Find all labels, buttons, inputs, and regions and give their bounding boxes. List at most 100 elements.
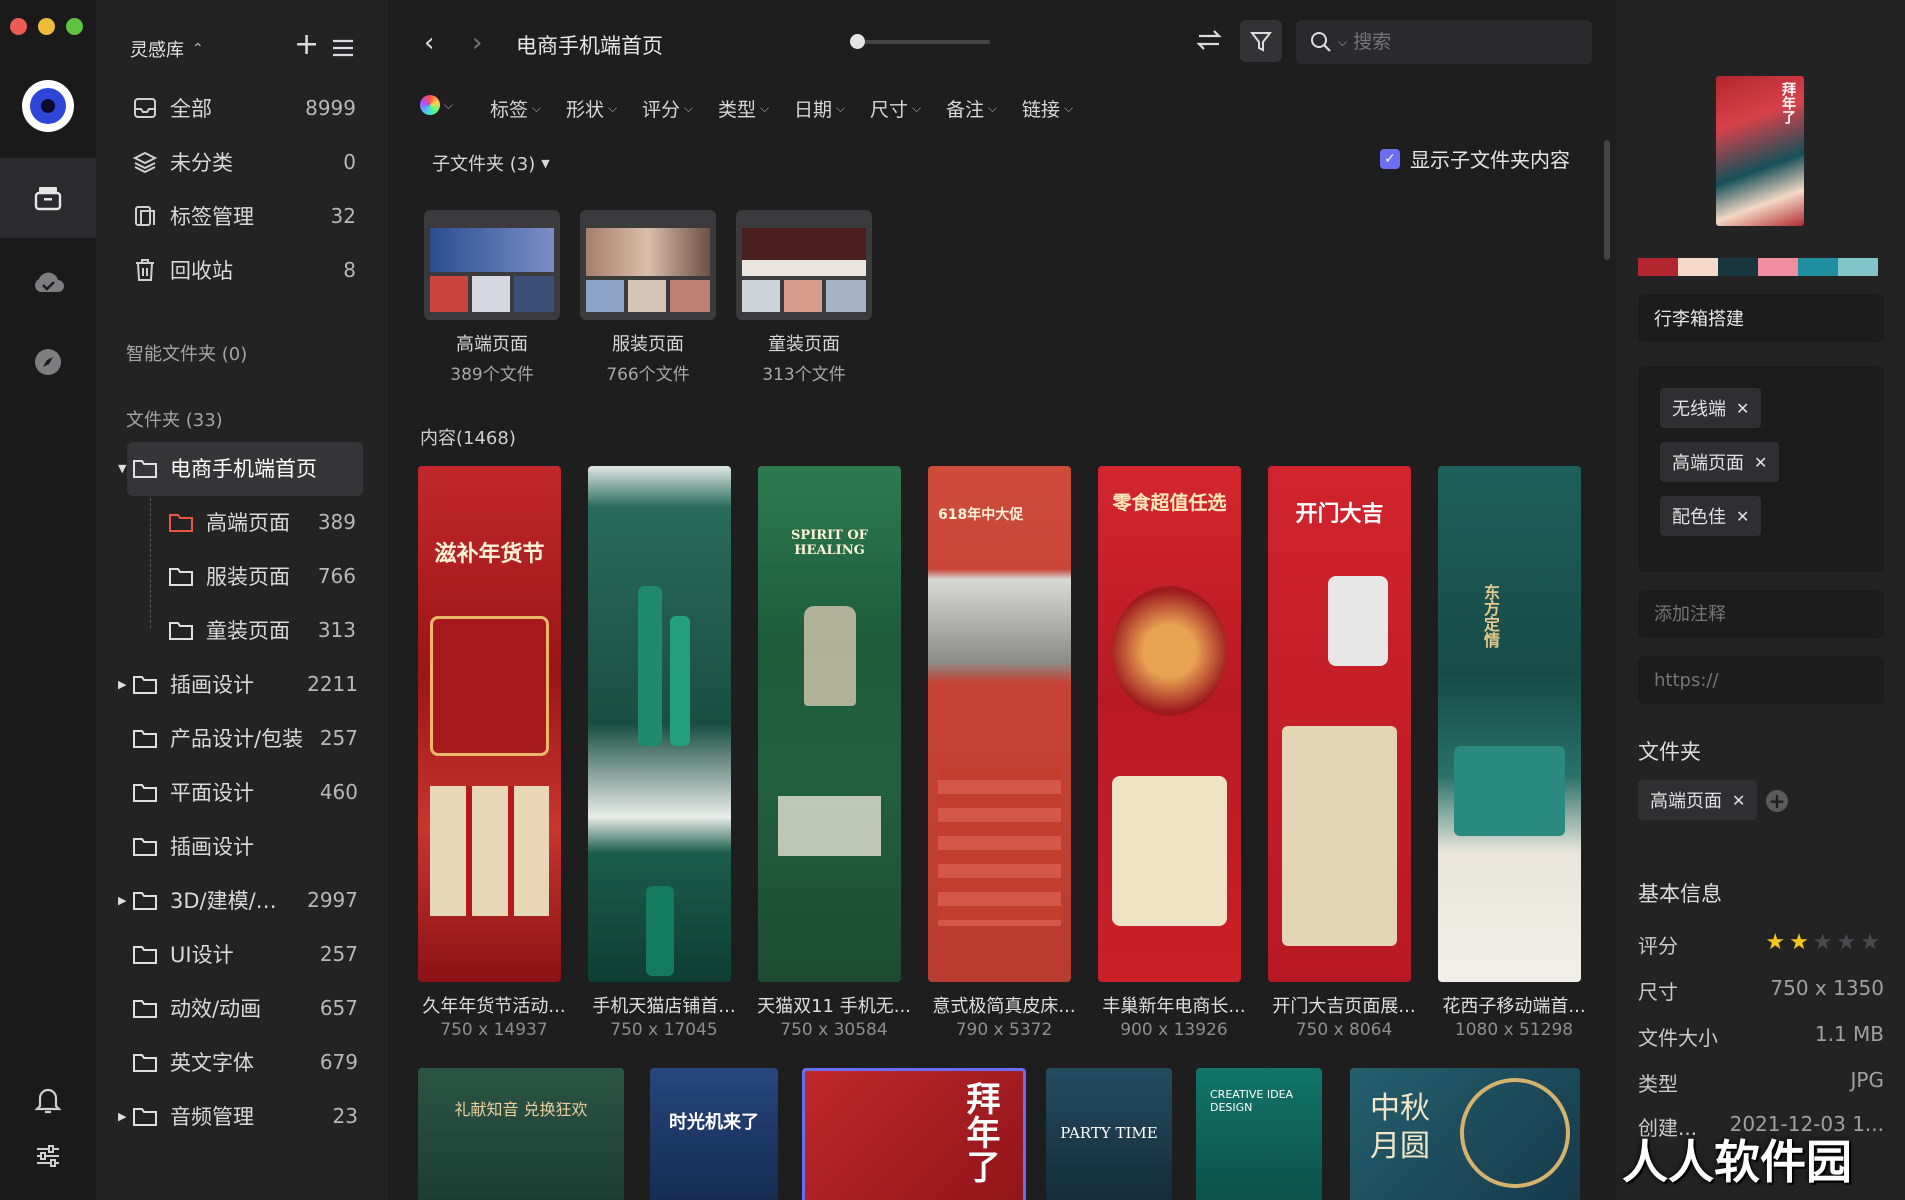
zoom-slider-knob[interactable] [850, 34, 865, 49]
search-scope-chevron-icon[interactable]: ⌵ [1338, 35, 1347, 50]
folders-heading[interactable]: 文件夹 (33) [126, 406, 223, 432]
folder-clothing[interactable]: 服装页面 766 [166, 554, 356, 598]
asset-card[interactable]: 手机天猫店铺首... 750 x 17045 [588, 466, 736, 1040]
collapsed-caret-icon[interactable]: ▶ [118, 1110, 130, 1123]
collapsed-caret-icon[interactable]: ▶ [118, 678, 130, 691]
palette-swatch[interactable] [1838, 258, 1878, 276]
asset-card[interactable]: CREATIVE IDEA DESIGN [1196, 1068, 1322, 1200]
asset-card[interactable]: 开门大吉 开门大吉页面展... 750 x 8064 [1268, 466, 1416, 1040]
asset-card[interactable]: 滋补年货节 久年年货节活动... 750 x 14937 [418, 466, 566, 1040]
close-window-button[interactable] [10, 18, 27, 35]
folder-chip[interactable]: 高端页面 ✕ [1638, 780, 1758, 820]
subfolder-card-kids[interactable]: 童装页面 313个文件 [736, 210, 872, 385]
search-input[interactable] [1353, 31, 1554, 53]
expanded-caret-icon[interactable]: ▼ [118, 462, 130, 475]
folder-illustration[interactable]: ▶ 插画设计 2211 [118, 662, 358, 706]
add-folder-icon[interactable]: + [1766, 790, 1788, 812]
filter-shape[interactable]: 形状 ⌵ [566, 95, 617, 122]
star-filled-icon[interactable]: ★ [1765, 930, 1789, 955]
folder-motion[interactable]: 动效/动画 657 [130, 986, 358, 1030]
star-empty-icon[interactable]: ★ [1837, 930, 1861, 955]
palette-swatch[interactable] [1638, 258, 1678, 276]
collapsed-caret-icon[interactable]: ▶ [118, 894, 130, 907]
checkbox-checked-icon[interactable]: ✓ [1380, 148, 1400, 169]
filter-notes[interactable]: 备注 ⌵ [946, 95, 997, 122]
cloud-nav-button[interactable] [0, 242, 96, 322]
remove-folder-icon[interactable]: ✕ [1732, 791, 1745, 810]
remove-tag-icon[interactable]: ✕ [1736, 507, 1749, 526]
settings-button[interactable] [0, 1116, 96, 1196]
filter-type[interactable]: 类型 ⌵ [718, 95, 769, 122]
sidebar-item-tags[interactable]: 标签管理 32 [130, 194, 356, 238]
remove-tag-icon[interactable]: ✕ [1736, 399, 1749, 418]
note-input[interactable] [1654, 603, 1874, 625]
forward-arrow-icon[interactable]: › [472, 28, 482, 58]
remove-tag-icon[interactable]: ✕ [1754, 453, 1767, 472]
folder-high-end[interactable]: 高端页面 389 [166, 500, 356, 544]
zoom-window-button[interactable] [66, 18, 83, 35]
star-empty-icon[interactable]: ★ [1860, 930, 1884, 955]
asset-card[interactable]: 中秋 月圆 [1350, 1068, 1580, 1200]
filter-button[interactable] [1240, 20, 1282, 62]
tag-chip[interactable]: 高端页面 ✕ [1660, 442, 1780, 482]
palette-swatch[interactable] [1678, 258, 1718, 276]
subfolder-toggle[interactable]: 子文件夹 (3) ▼ [432, 150, 550, 176]
sidebar-item-trash[interactable]: 回收站 8 [130, 248, 356, 292]
palette-swatch[interactable] [1798, 258, 1838, 276]
main-scrollbar[interactable] [1604, 140, 1610, 260]
show-subfolder-content-option[interactable]: ✓ 显示子文件夹内容 [1380, 144, 1570, 173]
asset-card[interactable]: 618年中大促 意式极简真皮床... 790 x 5372 [928, 466, 1076, 1040]
folder-3d[interactable]: ▶ 3D/建模/… 2997 [118, 878, 358, 922]
star-empty-icon[interactable]: ★ [1813, 930, 1837, 955]
smart-folders-heading[interactable]: 智能文件夹 (0) [126, 340, 247, 366]
folder-graphic-design[interactable]: 平面设计 460 [130, 770, 358, 814]
filter-size[interactable]: 尺寸 ⌵ [870, 95, 921, 122]
add-icon[interactable]: + [294, 30, 319, 60]
folder-ui[interactable]: UI设计 257 [130, 932, 358, 976]
back-arrow-icon[interactable]: ‹ [424, 28, 434, 58]
rating-stars[interactable]: ★★★★★ [1765, 930, 1884, 959]
search-box[interactable]: ⌵ [1296, 20, 1592, 64]
asset-card[interactable]: 零食超值任选 丰巢新年电商长... 900 x 13926 [1098, 466, 1246, 1040]
menu-icon[interactable] [332, 38, 354, 62]
asset-card[interactable]: 东方定情 花西子移动端首... 1080 x 51298 [1438, 466, 1586, 1040]
sidebar-item-uncategorized[interactable]: 未分类 0 [130, 140, 356, 184]
folder-kids[interactable]: 童装页面 313 [166, 608, 356, 652]
preview-thumbnail[interactable]: 拜年了 [1716, 76, 1804, 226]
library-switcher[interactable]: 灵感库 ⌃ [130, 36, 204, 62]
tag-chip[interactable]: 配色佳 ✕ [1660, 496, 1762, 536]
folder-ecommerce-home[interactable]: ▼ 电商手机端首页 [118, 446, 358, 490]
folder-english-fonts[interactable]: 英文字体 679 [130, 1040, 358, 1084]
folder-product-design[interactable]: 产品设计/包装 257 [130, 716, 358, 760]
asset-card[interactable]: PARTY TIME [1046, 1068, 1172, 1200]
asset-card[interactable]: 礼献知音 兑换狂欢 [418, 1068, 624, 1200]
library-nav-button[interactable] [0, 158, 96, 238]
filter-date[interactable]: 日期 ⌵ [794, 95, 845, 122]
url-input[interactable] [1654, 669, 1874, 691]
swap-icon[interactable] [1196, 28, 1222, 57]
subfolder-card-high-end[interactable]: 高端页面 389个文件 [424, 210, 560, 385]
app-logo-icon[interactable] [22, 80, 74, 132]
filter-rating[interactable]: 评分 ⌵ [642, 95, 693, 122]
palette-swatch[interactable] [1758, 258, 1798, 276]
zoom-slider[interactable] [850, 34, 990, 49]
tags-box[interactable]: 无线端 ✕ 高端页面 ✕ 配色佳 ✕ [1638, 366, 1884, 572]
minimize-window-button[interactable] [38, 18, 55, 35]
color-filter[interactable]: ⌵ [420, 95, 453, 115]
folder-illustration-2[interactable]: 插画设计 [130, 824, 358, 868]
asset-card-selected[interactable]: 拜年了 [802, 1068, 1026, 1200]
asset-name-field[interactable]: 行李箱搭建 [1638, 294, 1884, 342]
asset-card[interactable]: SPIRIT OF HEALING 天猫双11 手机无... 750 x 305… [757, 466, 911, 1040]
subfolder-card-clothing[interactable]: 服装页面 766个文件 [580, 210, 716, 385]
palette-swatch[interactable] [1718, 258, 1758, 276]
filter-link[interactable]: 链接 ⌵ [1022, 95, 1073, 122]
tag-chip[interactable]: 无线端 ✕ [1660, 388, 1762, 428]
filter-tags[interactable]: 标签 ⌵ [490, 95, 541, 122]
note-field[interactable] [1638, 590, 1884, 638]
folder-audio[interactable]: ▶ 音频管理 23 [118, 1094, 358, 1138]
sidebar-item-all[interactable]: 全部 8999 [130, 86, 356, 130]
explore-nav-button[interactable] [0, 322, 96, 402]
url-field[interactable] [1638, 656, 1884, 704]
asset-card[interactable]: 时光机来了 [650, 1068, 778, 1200]
star-filled-icon[interactable]: ★ [1789, 930, 1813, 955]
